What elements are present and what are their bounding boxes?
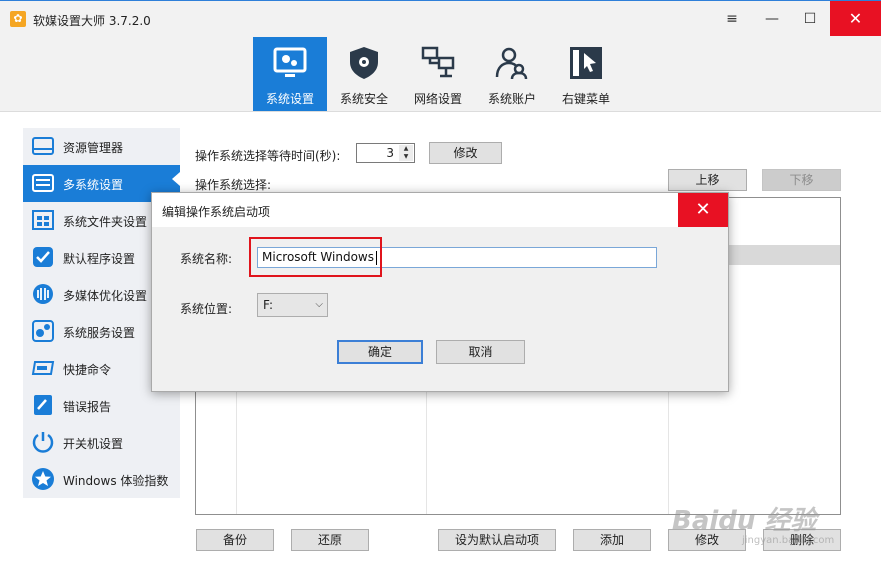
backup-button[interactable]: 备份 [196,529,274,551]
dialog-title: 编辑操作系统启动项 [162,205,271,219]
sidebar-item-explorer[interactable]: 资源管理器 [23,128,180,165]
star-icon [32,468,54,490]
service-gear-icon [32,320,54,342]
system-location-select[interactable]: F: ⌵ [257,293,328,317]
system-location-value: F: [263,298,274,312]
ok-button[interactable]: 确定 [337,340,423,364]
sidebar-item-label: Windows 体验指数 [63,474,169,488]
system-location-label: 系统位置: [180,302,233,316]
sidebar-item-power[interactable]: 开关机设置 [23,424,180,461]
tab-label: 网络设置 [413,92,462,106]
shield-icon [350,47,378,79]
gear-screen-icon [273,47,307,77]
add-button[interactable]: 添加 [573,529,651,551]
sidebar-active-arrow [172,172,180,186]
tab-system-accounts[interactable]: 系统账户 [475,37,549,111]
move-down-button[interactable]: 下移 [762,169,841,191]
system-name-label: 系统名称: [180,252,233,266]
media-icon [33,284,53,304]
stepper-up-icon[interactable]: ▲ [399,145,413,153]
app-logo-icon: ✿ [10,11,26,27]
power-icon [32,432,54,453]
sidebar-item-label: 开关机设置 [63,437,124,451]
top-toolbar: 系统设置 系统安全 网络设置 系统账户 右键菜单 [0,36,881,112]
report-icon [34,395,52,415]
tab-system-security[interactable]: 系统安全 [327,37,401,111]
highlight-box [249,237,382,277]
sidebar-item-label: 多媒体优化设置 [63,289,148,303]
sidebar-item-label: 快捷命令 [63,363,112,377]
check-shield-icon [33,247,53,267]
sidebar-item-label: 资源管理器 [63,141,124,155]
watermark-logo: Baidu 经验 [672,506,817,536]
multi-system-icon [32,174,54,192]
cancel-button[interactable]: 取消 [436,340,525,364]
windows-folder-icon [32,210,54,230]
menu-button[interactable]: ≡ [712,1,752,37]
wait-time-stepper[interactable]: 3 ▲ ▼ [356,143,415,163]
modify-wait-button[interactable]: 修改 [429,142,502,164]
sidebar-item-label: 系统服务设置 [63,326,136,340]
wait-time-label: 操作系统选择等待时间(秒): [195,149,341,163]
sidebar-item-label: 多系统设置 [63,178,124,192]
tab-label: 右键菜单 [561,92,610,106]
tab-network-settings[interactable]: 网络设置 [401,37,475,111]
app-title: 软媒设置大师 3.7.2.0 [33,14,151,28]
sidebar-item-experience-index[interactable]: Windows 体验指数 [23,461,180,498]
edit-boot-entry-dialog: 编辑操作系统启动项 ✕ 系统名称: Microsoft Windows 系统位置… [151,192,729,392]
explorer-icon [32,137,54,155]
tab-label: 系统安全 [339,92,388,106]
tab-system-settings[interactable]: 系统设置 [253,37,327,111]
set-default-button[interactable]: 设为默认启动项 [438,529,556,551]
network-icon [421,46,455,78]
watermark-url: jingyan.baidu.com [742,535,835,546]
os-select-label: 操作系统选择: [195,178,272,192]
minimize-button[interactable]: — [752,1,792,37]
sidebar-item-label: 错误报告 [63,400,112,414]
users-icon [495,47,528,80]
move-up-button[interactable]: 上移 [668,169,747,191]
chevron-down-icon: ⌵ [315,299,323,310]
dialog-title-bar: 编辑操作系统启动项 ✕ [152,193,728,227]
stepper-down-icon[interactable]: ▼ [399,153,413,161]
shortcut-icon [31,361,55,375]
close-button[interactable]: ✕ [830,1,881,37]
sidebar-item-label: 默认程序设置 [63,252,136,266]
maximize-button[interactable]: ☐ [790,1,830,37]
sidebar-item-error-report[interactable]: 错误报告 [23,387,180,424]
tab-label: 系统设置 [265,92,314,106]
tab-label: 系统账户 [487,92,536,106]
sidebar-item-label: 系统文件夹设置 [63,215,148,229]
dialog-close-button[interactable]: ✕ [678,193,728,227]
tab-context-menu[interactable]: 右键菜单 [549,37,623,111]
cursor-menu-icon [570,47,602,79]
wait-time-value: 3 [386,146,394,160]
title-bar: ✿ 软媒设置大师 3.7.2.0 ≡ — ☐ ✕ [0,0,881,37]
restore-button[interactable]: 还原 [291,529,369,551]
